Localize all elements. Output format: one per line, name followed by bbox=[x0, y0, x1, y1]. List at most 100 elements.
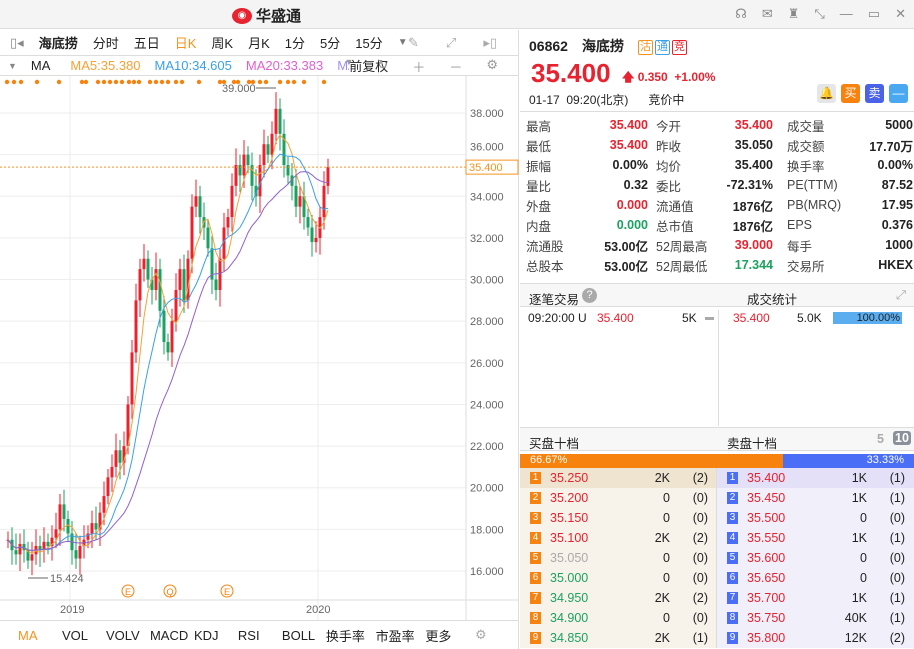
indicator-tab[interactable]: BOLL bbox=[282, 628, 326, 643]
headset-icon[interactable]: ☊ bbox=[735, 6, 747, 22]
candlestick-chart[interactable]: 35.400 38.000 36.000 34.000 32.000 30.000 28.0… bbox=[0, 76, 519, 620]
ask-row[interactable]: 6 35.650 0 (0) bbox=[717, 568, 914, 588]
tab-5min[interactable]: 5分 bbox=[320, 33, 340, 52]
mail-icon[interactable]: ✉ bbox=[762, 6, 773, 22]
stat-value: 0.000 bbox=[616, 218, 648, 232]
candle-body bbox=[278, 108, 282, 134]
more-button[interactable]: — bbox=[889, 84, 908, 103]
alert-bell-button[interactable]: 🔔 bbox=[817, 84, 836, 103]
order-volume: 12K bbox=[844, 631, 867, 645]
indicator-tab[interactable]: MA bbox=[18, 628, 62, 643]
minimize-icon[interactable]: — bbox=[840, 6, 853, 22]
tab-weekly-k[interactable]: 周K bbox=[211, 33, 233, 52]
bid-row[interactable]: 6 35.000 0 (0) bbox=[520, 568, 716, 588]
stat-label: 均价 bbox=[656, 159, 682, 174]
depth-5-button[interactable]: 5 bbox=[877, 432, 884, 446]
buy-button[interactable]: 买 bbox=[841, 84, 860, 103]
tab-daily-k[interactable]: 日K bbox=[175, 33, 197, 52]
pencil-icon[interactable]: ✎ bbox=[408, 35, 419, 51]
trades-title[interactable]: 逐笔交易 bbox=[529, 289, 579, 308]
stat-label: 内盘 bbox=[526, 219, 552, 234]
ma-label[interactable]: MA bbox=[31, 58, 51, 73]
shirt-icon[interactable]: ♜ bbox=[788, 6, 800, 22]
tab-1min[interactable]: 1分 bbox=[285, 33, 305, 52]
stats-row: 振幅 0.00% 均价 35.400 换手率 0.00% bbox=[520, 155, 914, 175]
expand-icon[interactable]: ⤢ bbox=[896, 288, 906, 303]
bid-row[interactable]: 4 35.100 2K (2) bbox=[520, 528, 716, 548]
bid-row[interactable]: 3 35.150 0 (0) bbox=[520, 508, 716, 528]
ask-row[interactable]: 4 35.550 1K (1) bbox=[717, 528, 914, 548]
bid-row[interactable]: 2 35.200 0 (0) bbox=[520, 488, 716, 508]
maximize-icon[interactable]: ▭ bbox=[868, 6, 880, 22]
ask-row[interactable]: 3 35.500 0 (0) bbox=[717, 508, 914, 528]
ask-row[interactable]: 1 35.400 1K (1) bbox=[717, 468, 914, 488]
order-volume: 2K bbox=[654, 531, 670, 545]
ask-ratio: 33.33% bbox=[782, 454, 914, 468]
indicator-tab[interactable]: 更多 bbox=[425, 626, 475, 645]
indicator-tab[interactable]: 换手率 bbox=[326, 626, 376, 645]
zoom-out-icon[interactable]: － bbox=[449, 57, 462, 76]
bid-row[interactable]: 7 34.950 2K (2) bbox=[520, 588, 716, 608]
bid-row[interactable]: 1 35.250 2K (2) bbox=[520, 468, 716, 488]
stat-pct-bar: 100.00% bbox=[833, 312, 902, 324]
event-dot bbox=[196, 79, 202, 85]
event-dot bbox=[285, 79, 291, 85]
indicator-tab[interactable]: KDJ bbox=[194, 628, 238, 643]
stats-title[interactable]: 成交统计 bbox=[747, 289, 797, 308]
ask-row[interactable]: 7 35.700 1K (1) bbox=[717, 588, 914, 608]
market-status: 竞价中 bbox=[648, 93, 685, 107]
chevron-down-icon[interactable]: ▼ bbox=[344, 57, 353, 76]
orderbook-header: 买盘十档 卖盘十档 5 10 bbox=[520, 427, 914, 451]
chevron-down-icon[interactable]: ▼ bbox=[8, 61, 17, 71]
stat-value: 53.00亿 bbox=[604, 239, 648, 254]
bid-row[interactable]: 5 35.050 0 (0) bbox=[520, 548, 716, 568]
tab-fenshi[interactable]: 分时 bbox=[93, 33, 119, 52]
indicator-tab[interactable]: VOLV bbox=[106, 628, 150, 643]
gear-icon[interactable]: ⚙ bbox=[486, 57, 498, 76]
help-icon[interactable]: ? bbox=[582, 288, 597, 303]
depth-10-button[interactable]: 10 bbox=[893, 431, 911, 445]
stat-label: 交易所 bbox=[787, 259, 825, 274]
bid-title: 买盘十档 bbox=[529, 437, 580, 451]
y-tick-label: 38.000 bbox=[470, 108, 504, 120]
event-dot bbox=[263, 79, 269, 85]
indicator-tab[interactable]: 市盈率 bbox=[376, 626, 426, 645]
level-badge: 3 bbox=[530, 512, 541, 524]
refresh-icon[interactable]: ↻ bbox=[377, 57, 388, 76]
stat-value: 0.32 bbox=[623, 178, 648, 192]
candle-body bbox=[266, 144, 270, 155]
fullscreen-icon[interactable]: ⤢ bbox=[446, 35, 456, 51]
candle-body bbox=[194, 196, 198, 207]
tab-monthly-k[interactable]: 月K bbox=[248, 33, 270, 52]
expand-right-icon[interactable]: ▸▯ bbox=[483, 35, 497, 51]
ask-row[interactable]: 2 35.450 1K (1) bbox=[717, 488, 914, 508]
bid-row[interactable]: 9 34.850 2K (1) bbox=[520, 628, 716, 648]
ask-row[interactable]: 5 35.600 0 (0) bbox=[717, 548, 914, 568]
gear-icon[interactable]: ⚙ bbox=[475, 627, 519, 643]
candle-body bbox=[90, 523, 94, 534]
indicator-tab[interactable]: MACD bbox=[150, 628, 194, 643]
indicator-tab[interactable]: RSI bbox=[238, 628, 282, 643]
ask-row[interactable]: 8 35.750 40K (1) bbox=[717, 608, 914, 628]
tab-five-day[interactable]: 五日 bbox=[134, 33, 160, 52]
stat-value: 1876亿 bbox=[732, 219, 773, 234]
candle-body bbox=[230, 185, 234, 218]
zoom-in-icon[interactable]: ＋ bbox=[412, 57, 425, 76]
level-badge: 4 bbox=[530, 532, 541, 544]
collapse-icon[interactable]: ⤡ bbox=[814, 6, 824, 22]
level-badge: 8 bbox=[727, 612, 738, 624]
candle-body bbox=[30, 554, 34, 561]
bid-row[interactable]: 8 34.900 0 (0) bbox=[520, 608, 716, 628]
candle-body bbox=[226, 217, 230, 228]
close-icon[interactable]: ✕ bbox=[895, 6, 906, 22]
ask-row[interactable]: 9 35.800 12K (2) bbox=[717, 628, 914, 648]
candle-body bbox=[134, 300, 138, 353]
order-volume: 0 bbox=[663, 511, 670, 525]
indicator-tab[interactable]: VOL bbox=[62, 628, 106, 643]
stat-label: 总市值 bbox=[656, 219, 694, 234]
collapse-left-icon[interactable]: ▯◂ bbox=[10, 35, 24, 51]
chevron-down-icon[interactable]: ▼ bbox=[398, 37, 408, 48]
sell-button[interactable]: 卖 bbox=[865, 84, 884, 103]
stat-label: 52周最低 bbox=[656, 259, 708, 274]
tab-15min[interactable]: 15分 bbox=[355, 33, 382, 52]
